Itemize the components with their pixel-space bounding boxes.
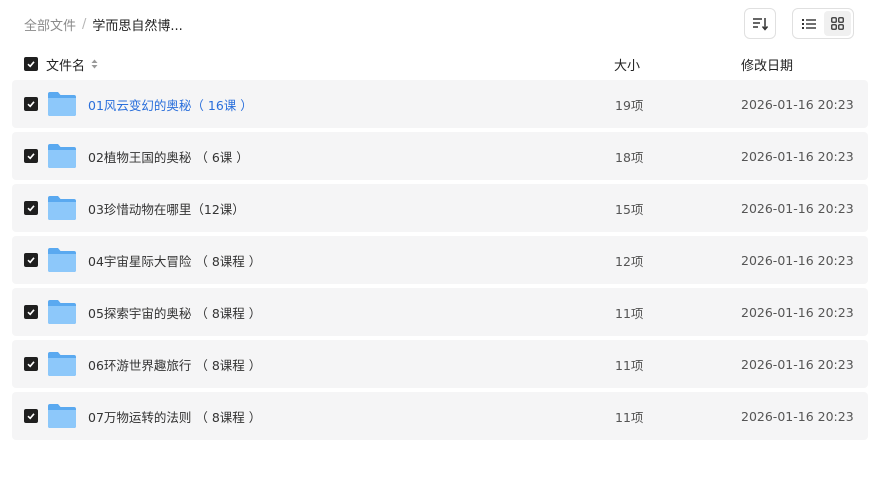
- row-checkbox[interactable]: [24, 357, 38, 371]
- view-toggle: [792, 8, 854, 39]
- file-row[interactable]: 02植物王国的奥秘 （ 6课 ） 18项 2026-01-16 20:23: [12, 132, 868, 180]
- file-modified-date: 2026-01-16 20:23: [741, 200, 854, 216]
- list-view-icon: [801, 18, 816, 29]
- column-header-size: 大小: [614, 58, 641, 74]
- breadcrumb-current-folder: 学而思自然博...: [92, 18, 183, 34]
- check-icon: [27, 153, 35, 160]
- folder-icon: [48, 248, 76, 272]
- file-row[interactable]: 07万物运转的法则 （ 8课程 ） 11项 2026-01-16 20:23: [12, 392, 868, 440]
- file-row[interactable]: 04宇宙星际大冒险 （ 8课程 ） 12项 2026-01-16 20:23: [12, 236, 868, 284]
- file-size: 19项: [615, 97, 644, 113]
- check-icon: [27, 101, 35, 108]
- check-icon: [27, 205, 35, 212]
- row-checkbox[interactable]: [24, 201, 38, 215]
- breadcrumb: 全部文件 / 学而思自然博...: [24, 14, 183, 34]
- file-row[interactable]: 05探索宇宙的奥秘 （ 8课程 ） 11项 2026-01-16 20:23: [12, 288, 868, 336]
- folder-icon: [48, 300, 76, 324]
- file-name-link[interactable]: 03珍惜动物在哪里（12课）: [88, 199, 245, 218]
- file-modified-date: 2026-01-16 20:23: [741, 408, 854, 424]
- file-size: 15项: [615, 201, 644, 217]
- file-row[interactable]: 06环游世界趣旅行 （ 8课程 ） 11项 2026-01-16 20:23: [12, 340, 868, 388]
- file-size: 12项: [615, 253, 644, 269]
- file-name-link[interactable]: 07万物运转的法则 （ 8课程 ）: [88, 407, 261, 426]
- file-size: 11项: [615, 305, 644, 321]
- file-list: 01风云变幻的奥秘（ 16课 ） 19项 2026-01-16 20:23 02…: [12, 80, 868, 444]
- file-modified-date: 2026-01-16 20:23: [741, 148, 854, 164]
- row-checkbox[interactable]: [24, 97, 38, 111]
- row-checkbox[interactable]: [24, 409, 38, 423]
- column-header-date: 修改日期: [741, 58, 794, 74]
- check-icon: [27, 61, 35, 68]
- file-size: 11项: [615, 357, 644, 373]
- file-modified-date: 2026-01-16 20:23: [741, 304, 854, 320]
- list-view-button[interactable]: [795, 11, 822, 36]
- file-list-header: 文件名 大小 修改日期: [12, 50, 868, 78]
- file-name-link[interactable]: 02植物王国的奥秘 （ 6课 ）: [88, 147, 249, 166]
- grid-view-icon: [831, 17, 844, 30]
- check-icon: [27, 309, 35, 316]
- breadcrumb-root-link[interactable]: 全部文件: [24, 15, 76, 34]
- folder-icon: [48, 196, 76, 220]
- file-size: 11项: [615, 409, 644, 425]
- select-all-checkbox[interactable]: [24, 57, 38, 71]
- file-row[interactable]: 03珍惜动物在哪里（12课） 15项 2026-01-16 20:23: [12, 184, 868, 232]
- row-checkbox[interactable]: [24, 149, 38, 163]
- check-icon: [27, 361, 35, 368]
- breadcrumb-separator: /: [82, 16, 87, 32]
- row-checkbox[interactable]: [24, 305, 38, 319]
- column-header-name[interactable]: 文件名: [46, 55, 98, 74]
- file-row[interactable]: 01风云变幻的奥秘（ 16课 ） 19项 2026-01-16 20:23: [12, 80, 868, 128]
- sort-list-icon: [753, 17, 768, 31]
- folder-icon: [48, 144, 76, 168]
- file-name-link[interactable]: 04宇宙星际大冒险 （ 8课程 ）: [88, 251, 261, 270]
- sort-caret-icon: [91, 59, 98, 69]
- file-size: 18项: [615, 149, 644, 165]
- column-header-name-label: 文件名: [46, 58, 86, 74]
- check-icon: [27, 257, 35, 264]
- file-name-link[interactable]: 05探索宇宙的奥秘 （ 8课程 ）: [88, 303, 261, 322]
- file-modified-date: 2026-01-16 20:23: [741, 96, 854, 112]
- row-checkbox[interactable]: [24, 253, 38, 267]
- grid-view-button[interactable]: [824, 11, 851, 36]
- folder-icon: [48, 352, 76, 376]
- file-name-link[interactable]: 06环游世界趣旅行 （ 8课程 ）: [88, 355, 261, 374]
- file-name-link[interactable]: 01风云变幻的奥秘（ 16课 ）: [88, 95, 253, 114]
- folder-icon: [48, 92, 76, 116]
- sort-button[interactable]: [744, 8, 776, 39]
- folder-icon: [48, 404, 76, 428]
- check-icon: [27, 413, 35, 420]
- file-modified-date: 2026-01-16 20:23: [741, 356, 854, 372]
- file-modified-date: 2026-01-16 20:23: [741, 252, 854, 268]
